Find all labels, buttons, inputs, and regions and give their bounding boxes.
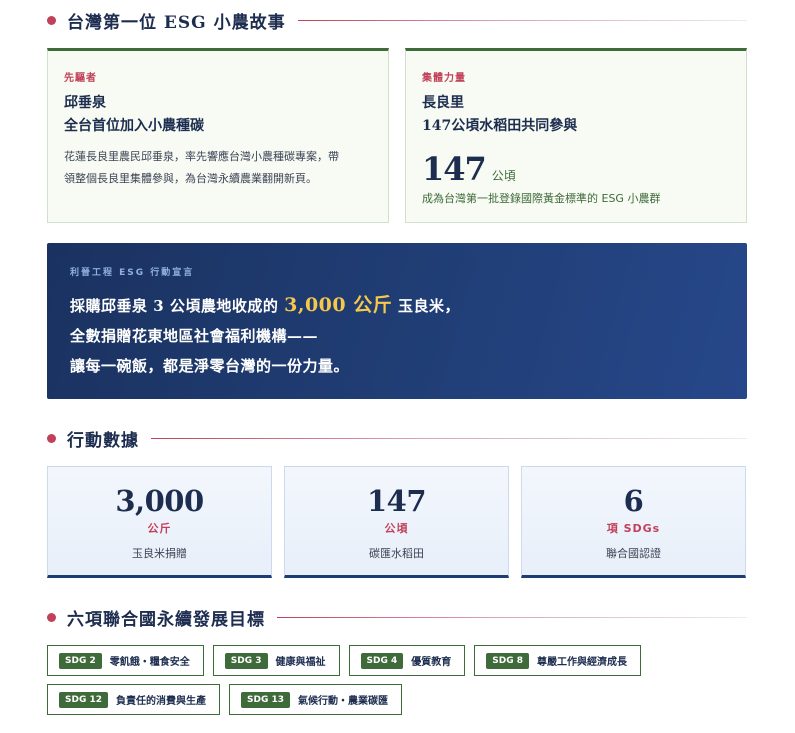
sdg-badge: SDG 12 <box>59 691 108 708</box>
esg-declaration-banner: 利晉工程 ESG 行動宣言 採購邱垂泉 3 公頃農地收成的 3,000 公斤 玉… <box>47 243 747 399</box>
stat-label: 玉良米捐贈 <box>132 547 187 560</box>
stat-unit: 公頃 <box>384 522 409 535</box>
sdg-label: 健康與福祉 <box>275 657 326 668</box>
banner-line-2: 全數捐贈花東地區社會福利機構—— <box>70 327 319 345</box>
card-title: 邱垂泉 全台首位加入小農種碳 <box>64 92 372 138</box>
bullet-dot-icon <box>47 433 56 443</box>
card-title-line: 147公頃水稻田共同參與 <box>422 118 578 134</box>
stat-unit: 項 SDGs <box>606 522 661 535</box>
heading-divider <box>151 437 747 439</box>
sdg-chip: SDG 2 零飢餓・糧食安全 <box>47 645 204 676</box>
banner-line-3: 讓每一碗飯，都是淨零台灣的一份力量。 <box>70 357 350 375</box>
banner-line-1: 採購邱垂泉 3 公頃農地收成的 3,000 公斤 玉良米， <box>70 290 724 321</box>
banner-kicker: 利晉工程 ESG 行動宣言 <box>70 268 195 278</box>
section-title: 台灣第一位 ESG 小農故事 <box>67 12 286 33</box>
collective-card: 集體力量 長良里 147公頃水稻田共同參與 147 公頃 成為台灣第一批登錄國際… <box>405 48 747 223</box>
banner-text: 玉良米， <box>397 297 460 315</box>
card-body-line: 花蓮長良里農民邱垂泉，率先響應台灣小農種碳專案，帶 <box>64 150 339 163</box>
heading-divider <box>297 19 747 21</box>
card-title-line: 邱垂泉 <box>64 95 106 111</box>
sdg-badge: SDG 2 <box>59 652 102 669</box>
pioneer-card: 先驅者 邱垂泉 全台首位加入小農種碳 花蓮長良里農民邱垂泉，率先響應台灣小農種碳… <box>47 48 389 223</box>
sdg-chip: SDG 4 優質教育 <box>348 645 466 676</box>
stat-number: 147 <box>366 484 427 518</box>
hectare-figure: 147 公頃 <box>422 150 730 188</box>
heading-divider <box>277 616 747 618</box>
stat-number: 6 <box>623 484 644 518</box>
sdg-chip: SDG 13 氣候行動・農業碳匯 <box>229 684 402 715</box>
sdg-badge: SDG 13 <box>241 691 290 708</box>
big-number: 147 <box>422 150 487 188</box>
stat-card-sdgs: 6 項 SDGs 聯合國認證 <box>521 466 746 578</box>
card-body: 花蓮長良里農民邱垂泉，率先響應台灣小農種碳專案，帶 領整個長良里集體參與，為台灣… <box>64 146 372 190</box>
sdg-label: 尊嚴工作與經濟成長 <box>537 657 627 668</box>
sdg-label: 負責任的消費與生產 <box>116 696 206 707</box>
card-title-line: 全台首位加入小農種碳 <box>64 118 204 134</box>
card-kicker: 集體力量 <box>422 73 466 84</box>
sdg-badge: SDG 3 <box>224 652 268 669</box>
sdg-chip: SDG 8 尊嚴工作與經濟成長 <box>474 645 641 676</box>
sdg-chip: SDG 12 負責任的消費與生產 <box>47 684 220 715</box>
section-heading-sdgs: 六項聯合國永續發展目標 <box>47 605 747 630</box>
big-unit: 公頃 <box>491 169 516 183</box>
card-title: 長良里 147公頃水稻田共同參與 <box>422 92 730 138</box>
sdg-badge: SDG 8 <box>486 652 529 669</box>
stat-label: 碳匯水稻田 <box>369 547 424 560</box>
stat-label: 聯合國認證 <box>606 547 661 560</box>
stat-unit: 公斤 <box>147 522 172 535</box>
section-title: 行動數據 <box>67 430 139 451</box>
card-title-line: 長良里 <box>422 95 464 111</box>
section-heading-story: 台灣第一位 ESG 小農故事 <box>47 8 747 33</box>
bullet-dot-icon <box>47 612 56 622</box>
stat-card-hectares: 147 公頃 碳匯水稻田 <box>284 466 509 578</box>
sdg-chip-row: SDG 12 負責任的消費與生產 SDG 13 氣候行動・農業碳匯 <box>47 684 402 715</box>
sdg-label: 零飢餓・糧食安全 <box>109 657 190 668</box>
sdg-label: 氣候行動・農業碳匯 <box>298 696 388 707</box>
banner-highlight: 3,000 公斤 <box>284 294 393 316</box>
card-note: 成為台灣第一批登錄國際黃金標準的 ESG 小農群 <box>422 192 661 205</box>
card-kicker: 先驅者 <box>64 73 97 84</box>
sdg-chip-row: SDG 2 零飢餓・糧食安全 SDG 3 健康與福祉 SDG 4 優質教育 SD… <box>47 645 641 676</box>
sdg-label: 優質教育 <box>411 657 452 668</box>
section-heading-stats: 行動數據 <box>47 426 747 451</box>
stat-card-rice: 3,000 公斤 玉良米捐贈 <box>47 466 272 578</box>
card-body-line: 領整個長良里集體參與，為台灣永續農業翻開新頁。 <box>64 172 317 185</box>
bullet-dot-icon <box>47 15 56 25</box>
sdg-chip: SDG 3 健康與福祉 <box>212 645 340 676</box>
section-title: 六項聯合國永續發展目標 <box>67 609 265 630</box>
stat-number: 3,000 <box>115 484 204 518</box>
banner-text: 採購邱垂泉 3 公頃農地收成的 <box>70 297 279 315</box>
sdg-badge: SDG 4 <box>360 652 404 669</box>
